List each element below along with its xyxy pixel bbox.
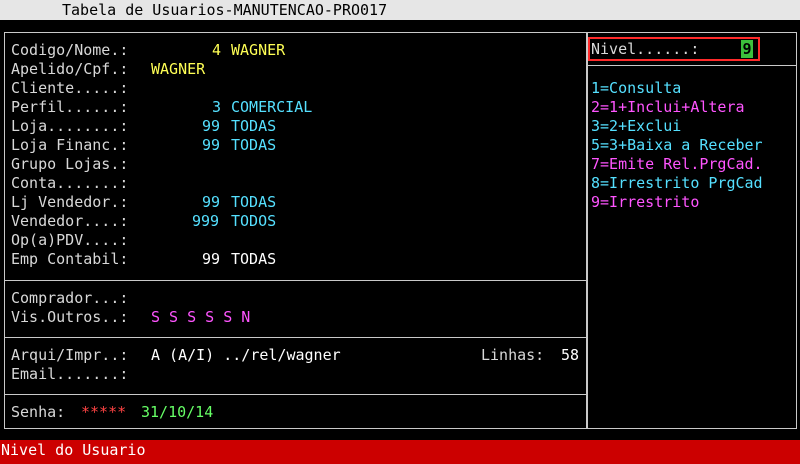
- apelido-cpf-label: Apelido/Cpf.:: [11, 60, 129, 78]
- nivel-option: 1=Consulta: [591, 79, 682, 97]
- senha-label: Senha:: [11, 403, 66, 421]
- codigo-field[interactable]: 4: [212, 41, 221, 60]
- comprador-label: Comprador...:: [11, 289, 129, 307]
- senha-date: 31/10/14: [141, 403, 214, 421]
- lj-vendedor-code-field[interactable]: 99: [202, 193, 220, 212]
- divider: [5, 280, 586, 281]
- email-label: Email.......:: [11, 365, 129, 383]
- nivel-input[interactable]: 9: [741, 40, 753, 58]
- perfil-name: COMERCIAL: [231, 98, 313, 116]
- perfil-label: Perfil......:: [11, 98, 129, 116]
- nivel-option: 3=2+Exclui: [591, 117, 682, 135]
- loja-financ-name: TODAS: [231, 136, 277, 154]
- nome-field[interactable]: WAGNER: [231, 41, 285, 60]
- emp-contabil-name: TODAS: [231, 250, 277, 268]
- arqui-impr-field[interactable]: A (A/I) ../rel/wagner: [151, 346, 341, 365]
- loja-code-field[interactable]: 99: [202, 117, 220, 136]
- nivel-option: 7=Emite Rel.PrgCad.: [591, 155, 763, 173]
- cliente-label: Cliente.....:: [11, 79, 129, 97]
- loja-financ-code-field[interactable]: 99: [202, 136, 220, 155]
- divider: [5, 394, 586, 395]
- divider: [586, 65, 796, 66]
- vis-outros-field[interactable]: S S S S S N: [151, 308, 250, 327]
- loja-name: TODAS: [231, 117, 277, 135]
- lj-vendedor-label: Lj Vendedor.:: [11, 193, 129, 211]
- senha-field[interactable]: *****: [81, 403, 126, 422]
- perfil-code-field[interactable]: 3: [212, 98, 221, 117]
- status-message: Nivel do Usuario: [1, 441, 146, 459]
- vendedor-name: TODOS: [231, 212, 277, 230]
- apelido-field[interactable]: WAGNER: [151, 60, 205, 79]
- nivel-label: Nivel......:: [591, 40, 700, 58]
- grupo-lojas-label: Grupo Lojas.:: [11, 155, 129, 173]
- vendedor-code-field[interactable]: 999: [192, 212, 219, 231]
- op-pdv-label: Op(a)PDV....:: [11, 231, 129, 249]
- emp-contabil-code-field[interactable]: 99: [202, 250, 220, 269]
- loja-financ-label: Loja Financ.:: [11, 136, 129, 154]
- linhas-label: Linhas:: [481, 346, 545, 364]
- conta-label: Conta.......:: [11, 174, 129, 192]
- nivel-option: 8=Irrestrito PrgCad: [591, 174, 763, 192]
- arqui-impr-label: Arqui/Impr..:: [11, 346, 129, 364]
- nivel-option: 9=Irrestrito: [591, 193, 700, 211]
- loja-label: Loja........:: [11, 117, 129, 135]
- nivel-option: 2=1+Inclui+Altera: [591, 98, 745, 116]
- divider: [5, 337, 586, 338]
- emp-contabil-label: Emp Contabil:: [11, 250, 129, 268]
- lj-vendedor-name: TODAS: [231, 193, 277, 211]
- nivel-option: 5=3+Baixa a Receber: [591, 136, 763, 154]
- window-title: Tabela de Usuarios-MANUTENCAO-PRO017: [62, 1, 388, 19]
- codigo-nome-label: Codigo/Nome.:: [11, 41, 129, 59]
- linhas-field[interactable]: 58: [561, 346, 579, 365]
- vis-outros-label: Vis.Outros..:: [11, 308, 129, 326]
- vendedor-label: Vendedor....:: [11, 212, 129, 230]
